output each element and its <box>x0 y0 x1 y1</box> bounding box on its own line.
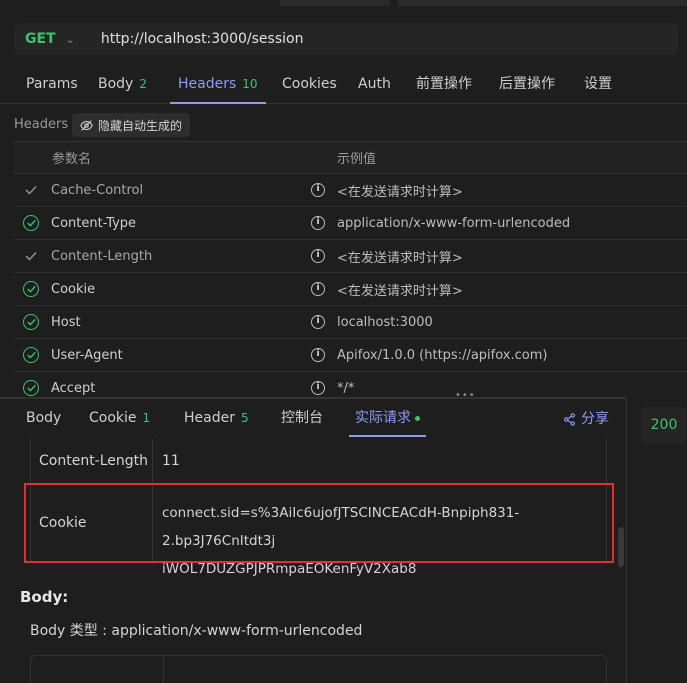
info-icon[interactable]: i <box>311 249 325 263</box>
body-table <box>30 655 607 683</box>
tab-auth[interactable]: Auth <box>358 64 391 104</box>
info-icon[interactable]: i <box>311 282 325 296</box>
hide-auto-generated-label: 隐藏自动生成的 <box>98 118 183 133</box>
check-icon[interactable] <box>23 248 39 264</box>
highlight-box <box>24 483 614 563</box>
method-select[interactable]: GET <box>25 31 56 47</box>
body-type-text: Body 类型 : application/x-www-form-urlenco… <box>30 623 363 639</box>
table-row[interactable]: Cookie i <在发送请求时计算> <box>14 273 687 306</box>
share-button[interactable]: 分享 <box>563 399 609 439</box>
table-row: Content-Length 11 <box>31 439 606 484</box>
tab-headers[interactable]: Headers 10 <box>170 64 266 104</box>
check-circle-icon[interactable] <box>23 380 39 396</box>
check-circle-icon[interactable] <box>23 314 39 330</box>
tab-label: 实际请求 <box>355 410 411 426</box>
response-panel: Body Cookie 1 Header 5 控制台 实际请求 分享 Content… <box>0 399 626 683</box>
info-icon[interactable]: i <box>311 381 325 395</box>
column-header-name: 参数名 <box>52 152 92 167</box>
request-header-value: 11 <box>162 453 180 469</box>
top-tab-bar-segment <box>398 0 687 6</box>
header-name: User-Agent <box>51 347 123 363</box>
table-row[interactable]: Content-Type i application/x-www-form-ur… <box>14 207 687 240</box>
tab-response-body[interactable]: Body <box>26 399 61 439</box>
top-strip <box>0 0 687 8</box>
eye-off-icon <box>80 119 93 131</box>
tab-params[interactable]: Params <box>26 64 78 104</box>
response-tabs: Body Cookie 1 Header 5 控制台 实际请求 分享 <box>0 399 626 439</box>
share-icon <box>564 412 575 426</box>
tab-label: 前置操作 <box>416 76 472 92</box>
header-value: localhost:3000 <box>337 314 433 330</box>
info-icon[interactable]: i <box>311 348 325 362</box>
check-circle-icon[interactable] <box>23 281 39 297</box>
tab-actual-request[interactable]: 实际请求 <box>349 399 426 439</box>
body-section-title: Body: <box>20 588 69 606</box>
chevron-down-icon[interactable]: ⌄ <box>66 33 75 46</box>
header-name: Cookie <box>51 281 96 297</box>
tab-label: 控制台 <box>281 410 323 426</box>
tab-count: 1 <box>142 411 151 425</box>
info-icon[interactable]: i <box>311 216 325 230</box>
tab-cookies[interactable]: Cookies <box>282 64 337 104</box>
table-row[interactable]: Accept i */* <box>14 372 687 397</box>
header-value: <在发送请求时计算> <box>337 250 463 266</box>
header-name: Host <box>51 314 81 330</box>
table-row[interactable]: Host i localhost:3000 <box>14 306 687 339</box>
request-tabs: Params Body 2 Headers 10 Cookies Auth 前置操作… <box>0 64 687 104</box>
info-icon[interactable]: i <box>311 183 325 197</box>
tab-response-header[interactable]: Header 5 <box>184 399 249 439</box>
check-icon[interactable] <box>23 182 39 198</box>
info-icon[interactable]: i <box>311 315 325 329</box>
tab-count: 5 <box>240 411 249 425</box>
header-name: Content-Type <box>51 215 137 231</box>
url-bar: GET ⌄ http://localhost:3000/session <box>14 23 678 55</box>
header-value: application/x-www-form-urlencoded <box>337 215 571 231</box>
header-name: Content-Length <box>51 248 153 264</box>
header-name: Cache-Control <box>51 182 144 198</box>
status-badge: 200 <box>641 407 687 443</box>
tab-label: Body <box>98 76 134 92</box>
hide-auto-generated-button[interactable]: 隐藏自动生成的 <box>72 113 191 137</box>
tab-label: Cookies <box>282 76 337 92</box>
tab-pre-request[interactable]: 前置操作 <box>416 64 472 104</box>
column-header-value: 示例值 <box>337 152 377 167</box>
tab-body[interactable]: Body 2 <box>98 64 147 104</box>
tab-label: Headers <box>178 76 237 92</box>
header-value: Apifox/1.0.0 (https://apifox.com) <box>337 347 548 363</box>
tab-console[interactable]: 控制台 <box>281 399 323 439</box>
tab-count: 10 <box>242 77 258 91</box>
tab-label: Auth <box>358 76 391 92</box>
tab-settings[interactable]: 设置 <box>584 64 612 104</box>
tab-label: Body <box>26 410 62 426</box>
right-panel: 200 <box>626 399 687 683</box>
tab-label: Header <box>184 410 235 426</box>
check-circle-icon[interactable] <box>23 215 39 231</box>
table-header: 参数名 示例值 <box>14 142 687 174</box>
tab-count: 2 <box>139 77 147 91</box>
table-row[interactable]: Content-Length i <在发送请求时计算> <box>14 240 687 273</box>
tab-post-request[interactable]: 后置操作 <box>499 64 555 104</box>
header-value: */* <box>337 380 355 396</box>
status-dot-icon <box>415 415 420 421</box>
header-name: Accept <box>51 380 96 396</box>
header-value: <在发送请求时计算> <box>337 184 463 200</box>
scrollbar[interactable] <box>618 527 624 567</box>
tab-response-cookie[interactable]: Cookie 1 <box>89 399 150 439</box>
share-label: 分享 <box>581 411 609 427</box>
tab-label: 设置 <box>584 76 612 92</box>
url-input[interactable]: http://localhost:3000/session <box>101 31 304 47</box>
check-circle-icon[interactable] <box>23 347 39 363</box>
table-row[interactable]: User-Agent i Apifox/1.0.0 (https://apifo… <box>14 339 687 372</box>
top-tab-bar-segment <box>280 0 390 6</box>
tab-label: Params <box>26 76 78 92</box>
tab-label: Cookie <box>89 410 137 426</box>
request-header-key: Content-Length <box>31 439 153 483</box>
headers-section-label: Headers <box>14 117 69 132</box>
table-row[interactable]: Cache-Control i <在发送请求时计算> <box>14 174 687 207</box>
headers-table: 参数名 示例值 Cache-Control i <在发送请求时计算> Conte… <box>14 141 687 397</box>
header-value: <在发送请求时计算> <box>337 283 463 299</box>
tab-label: 后置操作 <box>499 76 555 92</box>
